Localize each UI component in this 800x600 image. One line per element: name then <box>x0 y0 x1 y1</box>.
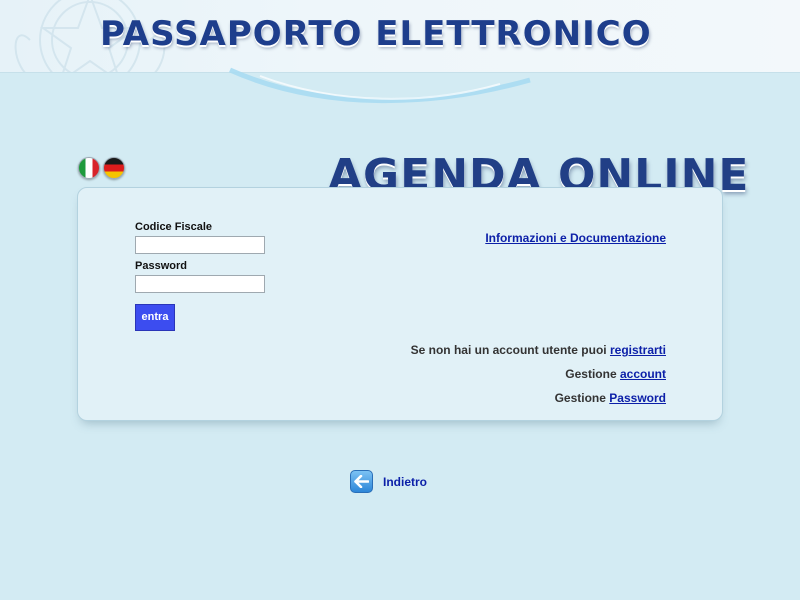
register-link[interactable]: registrarti <box>610 343 666 357</box>
info-documentation-link[interactable]: Informazioni e Documentazione <box>485 231 666 245</box>
back-button[interactable]: Indietro <box>350 470 427 493</box>
password-label: Password <box>135 260 187 272</box>
germany-flag-icon[interactable] <box>103 157 125 179</box>
account-line: Gestione account <box>565 367 666 381</box>
codice-fiscale-input[interactable] <box>135 236 265 254</box>
page: PASSAPORTO ELETTRONICO AGENDA ONLINE Cod… <box>0 0 800 600</box>
password-line: Gestione Password <box>555 391 666 405</box>
account-prefix: Gestione <box>565 367 617 381</box>
password-prefix: Gestione <box>554 391 606 405</box>
back-label[interactable]: Indietro <box>383 475 427 489</box>
register-line: Se non hai un account utente puoi regist… <box>411 343 666 357</box>
login-panel: Codice Fiscale Password entra Informazio… <box>77 187 723 421</box>
header-swoosh-decoration <box>228 67 531 104</box>
password-input[interactable] <box>135 275 265 293</box>
italy-flag-icon[interactable] <box>78 157 100 179</box>
language-selector <box>78 157 125 179</box>
arrow-left-icon[interactable] <box>350 470 373 493</box>
register-prompt: Se non hai un account utente puoi <box>410 343 607 357</box>
manage-password-link[interactable]: Password <box>609 391 666 405</box>
entra-button[interactable]: entra <box>135 304 175 331</box>
manage-account-link[interactable]: account <box>620 367 666 381</box>
codice-fiscale-label: Codice Fiscale <box>135 221 213 233</box>
